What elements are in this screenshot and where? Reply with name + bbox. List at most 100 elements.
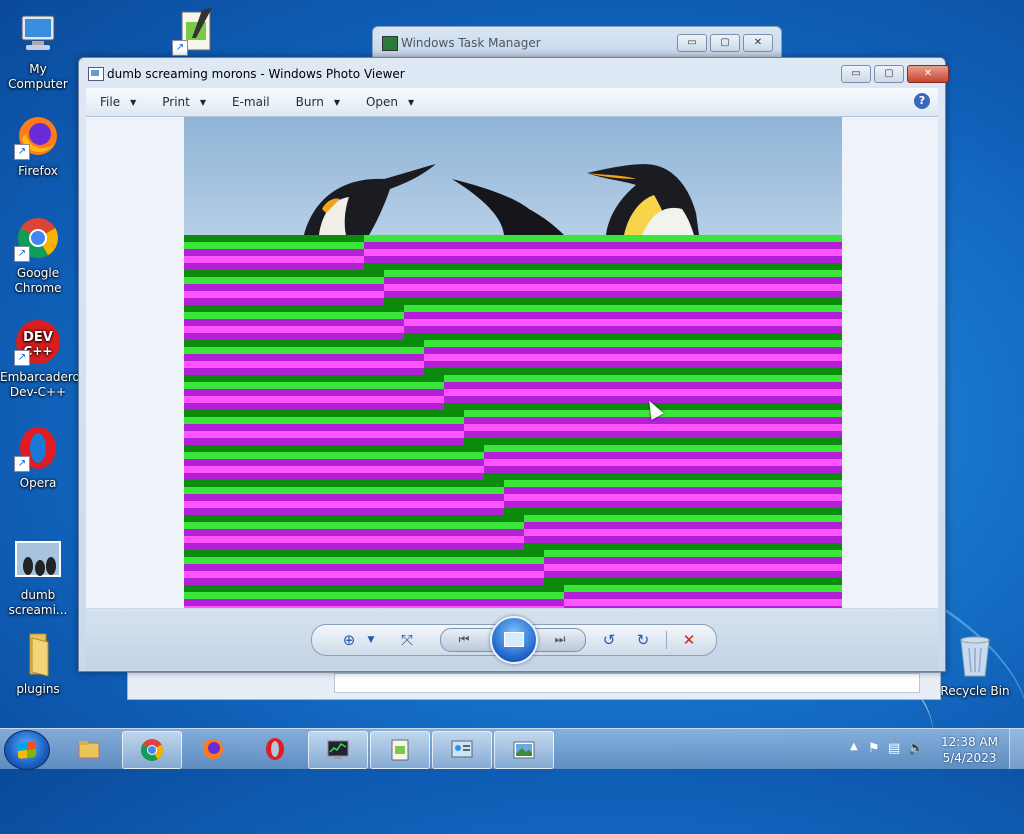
help-icon[interactable]: ?	[914, 93, 930, 109]
image-canvas	[86, 117, 938, 608]
previous-icon[interactable]: ⏮	[453, 629, 475, 649]
desktop-icon-label: Opera	[19, 476, 57, 490]
rotate-clockwise-icon[interactable]: ↻	[632, 630, 654, 650]
glitch-stripe-shift	[464, 424, 842, 431]
glitch-stripe-shift	[504, 494, 842, 501]
slideshow-button[interactable]	[490, 616, 538, 664]
start-button[interactable]	[4, 730, 50, 770]
minimize-button[interactable]: ▭	[677, 34, 707, 52]
glitch-stripe-shift	[384, 284, 842, 291]
system-tray: ▲ ⚑ ▤ 🔈 12:38 AM 5/4/2023	[834, 729, 1024, 769]
chevron-down-icon: ▼	[408, 97, 415, 107]
desktop-icon-my-computer[interactable]: My Computer	[0, 10, 76, 92]
zoom-icon[interactable]: ⊕	[338, 630, 360, 650]
next-icon[interactable]: ⏭	[549, 629, 571, 649]
glitch-stripe-shift	[544, 564, 842, 571]
taskbar: ▲ ⚑ ▤ 🔈 12:38 AM 5/4/2023	[0, 728, 1024, 770]
glitch-stripe-shift	[424, 361, 842, 368]
glitch-stripe-shift	[484, 445, 842, 452]
minimize-button[interactable]: ▭	[841, 65, 871, 83]
glitch-stripe-shift	[404, 305, 842, 312]
desktop-icon-notepad-shortcut[interactable]: ↗	[158, 8, 234, 60]
title-bar[interactable]: dumb screaming morons - Windows Photo Vi…	[79, 58, 949, 88]
maximize-button[interactable]: ▢	[710, 34, 740, 52]
controls-pill: ⊕ ▼ ⤧ ⏮ ⏭ ↺ ↻ ✕	[311, 616, 717, 664]
menu-email[interactable]: E-mail	[218, 95, 282, 109]
photo-viewer-window[interactable]: dumb screaming morons - Windows Photo Vi…	[78, 57, 949, 672]
maximize-button[interactable]: ▢	[874, 65, 904, 83]
taskbar-control-panel[interactable]	[432, 731, 492, 769]
desktop-icon-label: Google Chrome	[14, 266, 62, 295]
photo-viewer-icon	[513, 741, 535, 759]
delete-icon[interactable]: ✕	[678, 630, 700, 650]
chevron-down-icon[interactable]: ▼	[360, 630, 382, 650]
taskbar-explorer[interactable]	[60, 731, 118, 767]
desktop-icon-dev-cpp[interactable]: DEV C++ ↗ Embarcadero Dev-C++	[0, 318, 80, 400]
task-manager-icon	[327, 740, 349, 759]
glitch-stripe-shift	[484, 473, 842, 480]
opera-icon	[266, 738, 284, 760]
glitch-stripe-shift	[364, 235, 842, 242]
desktop-icon-google-chrome[interactable]: ↗ Google Chrome	[0, 214, 76, 296]
glitch-stripe-shift	[564, 599, 842, 606]
glitch-stripe-shift	[484, 452, 842, 459]
glitch-stripe-shift	[524, 536, 842, 543]
glitch-stripe-shift	[544, 550, 842, 557]
task-manager-icon	[382, 36, 398, 51]
recycle-bin-icon	[951, 632, 999, 680]
network-icon[interactable]: ▤	[888, 741, 900, 756]
action-center-flag-icon[interactable]: ⚑	[868, 741, 880, 756]
glitch-stripe-shift	[544, 571, 842, 578]
glitch-stripe-shift	[564, 606, 842, 608]
menu-open[interactable]: Open ▼	[352, 95, 426, 109]
glitch-stripe-shift	[444, 389, 842, 396]
desktop-icon-image-file[interactable]: dumb screami...	[0, 536, 76, 618]
actual-size-icon[interactable]: ⤧	[396, 630, 418, 650]
glitch-stripe-shift	[504, 480, 842, 487]
show-hidden-icons-icon[interactable]: ▲	[850, 741, 858, 752]
toolbar-separator	[666, 631, 667, 649]
task-manager-panel	[334, 673, 920, 693]
chrome-icon	[141, 739, 163, 761]
control-panel-icon	[451, 740, 473, 758]
close-button[interactable]: ✕	[743, 34, 773, 52]
slideshow-icon	[504, 632, 524, 647]
displayed-photo[interactable]	[184, 117, 842, 608]
taskbar-chrome[interactable]	[122, 731, 182, 769]
clock[interactable]: 12:38 AM 5/4/2023	[941, 734, 998, 766]
taskbar-firefox[interactable]	[184, 731, 242, 767]
taskbar-task-manager[interactable]	[308, 731, 368, 769]
taskbar-opera[interactable]	[246, 731, 304, 767]
chevron-down-icon: ▼	[130, 97, 137, 107]
volume-icon[interactable]: 🔈	[908, 741, 924, 756]
shortcut-arrow-icon: ↗	[172, 40, 188, 56]
desktop-icon-recycle-bin[interactable]: Recycle Bin	[937, 632, 1013, 699]
task-manager-window[interactable]: Windows Task Manager ▭ ▢ ✕	[372, 26, 782, 60]
desktop-icon-firefox[interactable]: ↗ Firefox	[0, 112, 76, 179]
glitch-stripe-shift	[364, 242, 842, 249]
desktop-icon-label: Firefox	[18, 164, 58, 178]
close-button[interactable]: ✕	[907, 65, 949, 83]
penguins-image	[304, 164, 699, 235]
glitch-stripe-shift	[384, 298, 842, 305]
menu-file[interactable]: File ▼	[86, 95, 148, 109]
desktop-icon-opera[interactable]: ↗ Opera	[0, 424, 76, 491]
window-title: dumb screaming morons - Windows Photo Vi…	[107, 67, 405, 81]
rotate-counterclockwise-icon[interactable]: ↺	[598, 630, 620, 650]
image-thumbnail-icon	[14, 536, 62, 584]
taskbar-photo-viewer[interactable]	[494, 731, 554, 769]
desktop-icon-plugins[interactable]: plugins	[0, 630, 76, 697]
taskbar-notepad[interactable]	[370, 731, 430, 769]
menu-print[interactable]: Print ▼	[148, 95, 218, 109]
glitch-stripe-shift	[564, 592, 842, 599]
glitch-stripe-shift	[364, 263, 842, 270]
menu-burn[interactable]: Burn ▼	[282, 95, 352, 109]
notepad-icon	[391, 739, 409, 761]
glitch-stripe-shift	[404, 319, 842, 326]
photo-viewer-app-icon	[88, 67, 104, 81]
glitch-stripe-shift	[564, 585, 842, 592]
glitch-stripe-shift	[364, 256, 842, 263]
window-controls: ▭ ▢ ✕	[677, 34, 773, 52]
show-desktop-button[interactable]	[1009, 729, 1024, 769]
glitch-stripe-shift	[464, 431, 842, 438]
